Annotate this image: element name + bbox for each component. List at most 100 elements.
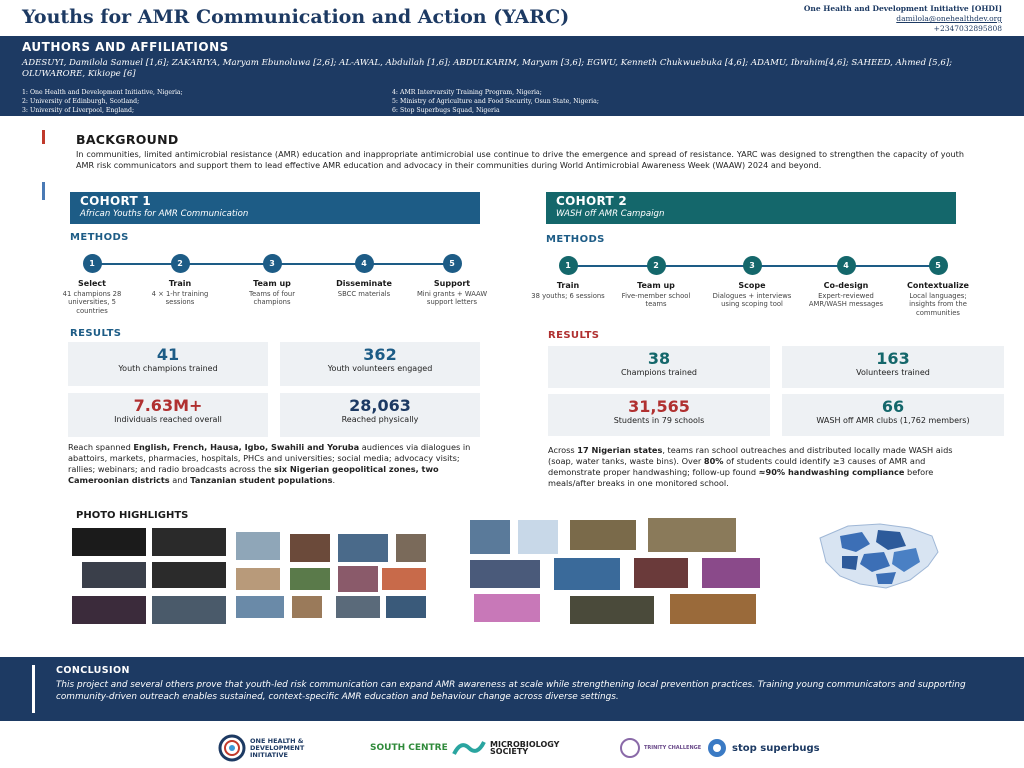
step-title: Select — [78, 279, 106, 288]
stat-card: 28,063 Reached physically — [280, 393, 480, 437]
affiliation: 5: Ministry of Agriculture and Food Secu… — [392, 98, 599, 105]
step-number: 3 — [262, 254, 282, 273]
stat-value: 362 — [363, 345, 397, 364]
method-step: 3 Scope Dialogues + interviews using sco… — [712, 256, 792, 309]
stat-label: Individuals reached overall — [114, 415, 222, 424]
method-step: 5 Support Mini grants + WAAW support let… — [412, 254, 492, 307]
logo-ohdi: ONE HEALTH & DEVELOPMENT INITIATIVE — [218, 734, 320, 762]
step-number: 3 — [742, 256, 762, 275]
method-step: 1 Train 38 youths; 6 sessions — [528, 256, 608, 300]
step-number: 5 — [928, 256, 948, 275]
stat-value: 38 — [647, 349, 671, 368]
conclusion-band: CONCLUSION This project and several othe… — [0, 657, 1024, 721]
stat-card: 163 Volunteers trained — [782, 346, 1004, 388]
stat-value: 31,565 — [628, 397, 690, 416]
photo-school — [634, 558, 688, 588]
step-title: Disseminate — [336, 279, 392, 288]
stat-label: Youth volunteers engaged — [327, 364, 433, 373]
photo-outreach — [338, 534, 388, 562]
stat-value: 41 — [156, 345, 180, 364]
method-step: 4 Co-design Expert-reviewed AMR/WASH mes… — [806, 256, 886, 309]
photo-outreach — [336, 596, 380, 618]
org-email[interactable]: damilola@onehealthdev.org — [804, 14, 1002, 24]
step-title: Train — [556, 281, 580, 290]
title-bar: Youths for AMR Communication and Action … — [0, 0, 1024, 36]
org-contact: One Health and Development Initiative [O… — [804, 4, 1002, 34]
photo-outreach — [382, 568, 426, 590]
step-number: 2 — [646, 256, 666, 275]
step-desc: Expert-reviewed AMR/WASH messages — [808, 292, 884, 309]
cohort2-results-text: Across 17 Nigerian states, teams ran sch… — [548, 445, 953, 488]
logo-south-centre: SOUTH CENTRE — [366, 734, 448, 762]
logo-trinity-challenge: TRINITY CHALLENGE — [620, 734, 701, 762]
nigeria-map-icon — [819, 523, 939, 589]
method-step: 2 Train 4 × 1-hr training sessions — [140, 254, 220, 307]
step-desc: Local languages; insights from the commu… — [909, 292, 967, 317]
stat-card: 362 Youth volunteers engaged — [280, 342, 480, 386]
photo-school — [474, 594, 540, 622]
superbugs-logo-icon — [708, 739, 726, 757]
stat-label: Volunteers trained — [856, 368, 930, 377]
section-marker — [42, 130, 45, 144]
photo-outreach — [290, 568, 330, 590]
authors-heading: AUTHORS AND AFFILIATIONS — [22, 40, 229, 54]
cohort2-subtitle: WASH off AMR Campaign — [556, 209, 665, 219]
logo-stop-superbugs: stop superbugs — [706, 734, 820, 762]
step-desc: Dialogues + interviews using scoping too… — [712, 292, 792, 309]
conclusion-heading: CONCLUSION — [56, 665, 130, 676]
trinity-logo-icon — [620, 738, 640, 758]
cohort1-title: COHORT 1 — [80, 194, 152, 208]
section-marker — [32, 665, 35, 713]
photo-outreach — [236, 532, 280, 560]
logo-label: SOUTH CENTRE — [370, 742, 448, 753]
photo-school — [470, 520, 510, 554]
photo-highlights-heading: PHOTO HIGHLIGHTS — [76, 510, 189, 521]
step-number: 4 — [836, 256, 856, 275]
affiliation: 2: University of Edinburgh, Scotland; — [22, 98, 140, 105]
step-desc: 38 youths; 6 sessions — [531, 292, 605, 300]
method-step: 3 Team up Teams of four champions — [232, 254, 312, 307]
cohort1-banner: COHORT 1 African Youths for AMR Communic… — [70, 192, 480, 224]
photo-outreach — [396, 534, 426, 562]
poster-title: Youths for AMR Communication and Action … — [22, 6, 570, 28]
cohort2-banner: COHORT 2 WASH off AMR Campaign — [546, 192, 956, 224]
partner-logos: ONE HEALTH & DEVELOPMENT INITIATIVE SOUT… — [0, 726, 1024, 768]
step-title: Team up — [637, 281, 675, 290]
photo-school — [648, 518, 736, 552]
stat-label: Students in 79 schools — [613, 416, 705, 425]
org-phone: +2347032895808 — [933, 24, 1002, 33]
stat-value: 66 — [881, 397, 905, 416]
step-number: 1 — [558, 256, 578, 275]
photo-school — [670, 594, 756, 624]
stat-card: 66 WASH off AMR clubs (1,762 members) — [782, 394, 1004, 436]
step-title: Scope — [738, 281, 766, 290]
cohort1-results-heading: RESULTS — [70, 328, 122, 339]
step-number: 2 — [170, 254, 190, 273]
step-desc: 41 champions 28 universities, 5 countrie… — [62, 290, 122, 315]
stat-label: Champions trained — [621, 368, 697, 377]
microbiology-logo-icon — [452, 741, 486, 755]
conclusion-text: This project and several others prove th… — [56, 680, 966, 702]
photo-outreach — [386, 596, 426, 618]
stat-card: 31,565 Students in 79 schools — [548, 394, 770, 436]
photo-school — [470, 560, 540, 588]
stat-label: Youth champions trained — [118, 364, 218, 373]
photo-school — [518, 520, 558, 554]
affiliation: 6: Stop Superbugs Squad, Nigeria — [392, 107, 500, 114]
stat-label: WASH off AMR clubs (1,762 members) — [816, 416, 970, 425]
method-step: 4 Disseminate SBCC materials — [324, 254, 404, 298]
step-desc: Five-member school teams — [621, 292, 691, 309]
cohort2-methods-heading: METHODS — [546, 234, 605, 245]
photo-webinar — [152, 596, 226, 624]
step-number: 1 — [82, 254, 102, 273]
photo-outreach — [290, 534, 330, 562]
step-number: 4 — [354, 254, 374, 273]
logo-microbiology-society: MICROBIOLOGY SOCIETY — [452, 734, 559, 762]
affiliation: 3: University of Liverpool, England; — [22, 107, 135, 114]
step-title: Team up — [253, 279, 291, 288]
stat-card: 38 Champions trained — [548, 346, 770, 388]
step-title: Contextualize — [907, 281, 969, 290]
step-title: Co-design — [823, 281, 869, 290]
cohort2-steps: 1 Train 38 youths; 6 sessions 2 Team up … — [526, 256, 976, 326]
step-number: 5 — [442, 254, 462, 273]
